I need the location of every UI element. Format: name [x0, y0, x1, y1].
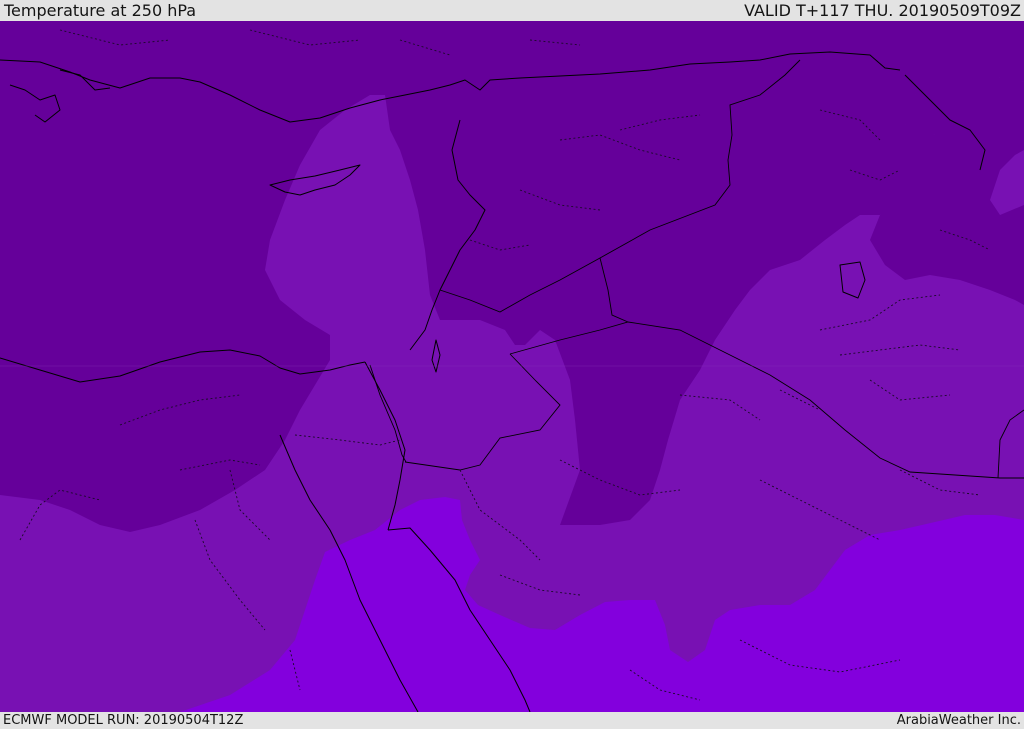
map-canvas	[0, 21, 1024, 712]
model-run: ECMWF MODEL RUN: 20190504T12Z	[3, 713, 244, 728]
map-title: Temperature at 250 hPa	[4, 1, 197, 20]
temperature-map	[0, 21, 1024, 712]
valid-time: VALID T+117 THU. 20190509T09Z	[744, 1, 1021, 20]
footer-bar: ECMWF MODEL RUN: 20190504T12Z ArabiaWeat…	[0, 712, 1024, 729]
header-bar: Temperature at 250 hPa VALID T+117 THU. …	[0, 0, 1024, 21]
credit: ArabiaWeather Inc.	[896, 713, 1021, 728]
